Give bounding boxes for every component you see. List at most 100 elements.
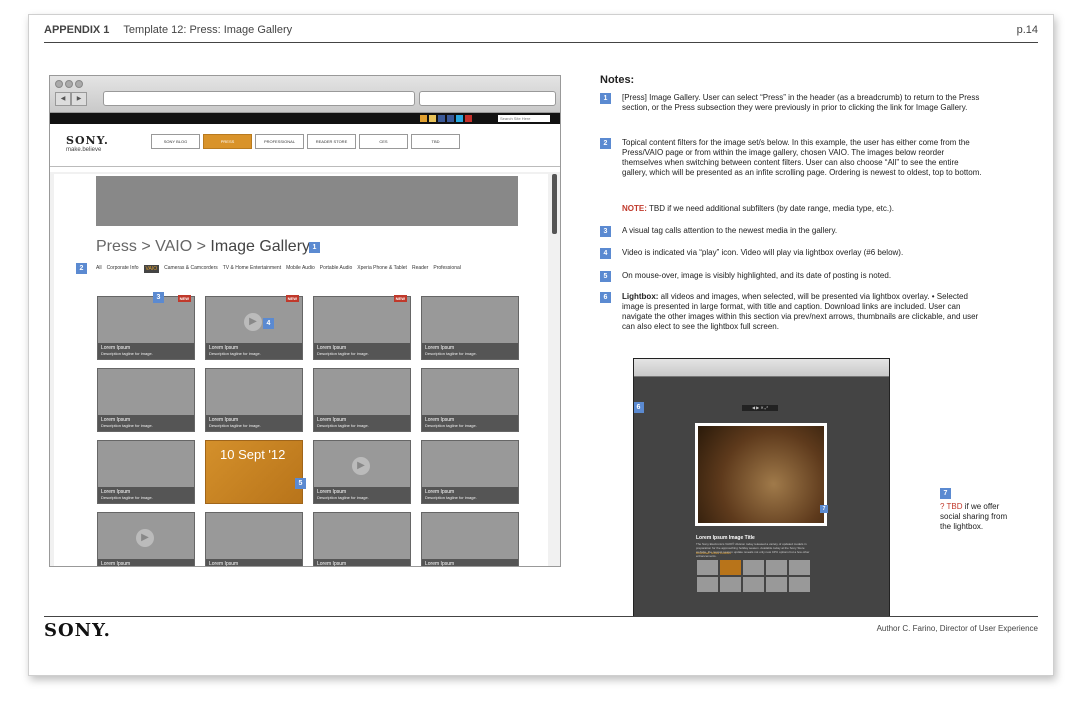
youtube-icon[interactable] bbox=[465, 115, 472, 122]
lightbox-thumb[interactable] bbox=[697, 577, 718, 592]
tile-caption: Lorem Ipsum bbox=[206, 559, 302, 566]
tile-title: Lorem Ipsum bbox=[425, 561, 455, 567]
lightbox-thumb[interactable] bbox=[720, 577, 741, 592]
hero-banner bbox=[96, 176, 518, 226]
nav-ces[interactable]: CES bbox=[359, 134, 408, 149]
lightbox-thumb[interactable] bbox=[720, 560, 741, 575]
browser-search-bar[interactable] bbox=[419, 91, 556, 106]
url-bar[interactable] bbox=[103, 91, 415, 106]
appendix-label: APPENDIX 1 bbox=[44, 24, 110, 36]
gallery-tile[interactable]: Lorem Ipsum Description tagline for image… bbox=[421, 440, 519, 504]
gallery-tile[interactable]: Lorem Ipsum bbox=[421, 512, 519, 567]
rss-icon[interactable] bbox=[420, 115, 427, 122]
wireframe-browser: ◀ ▶ Search Site Here SONY. make.believe … bbox=[49, 75, 561, 567]
tile-desc: Description tagline for image. bbox=[425, 495, 477, 500]
scrollbar[interactable] bbox=[552, 174, 557, 234]
gallery-tile[interactable]: NEW Lorem Ipsum Description tagline for i… bbox=[97, 295, 195, 360]
note-text: A visual tag calls attention to the newe… bbox=[622, 226, 838, 235]
filter-reader[interactable]: Reader bbox=[412, 265, 428, 273]
note-text: Topical content filters for the image se… bbox=[622, 138, 982, 177]
annotation-1: 1 bbox=[309, 242, 320, 253]
annotation-4: 4 bbox=[263, 318, 274, 329]
nav-press[interactable]: PRESS bbox=[203, 134, 252, 149]
gallery-tile[interactable]: Lorem Ipsum Description tagline for image… bbox=[205, 368, 303, 432]
lightbox-thumb[interactable] bbox=[766, 577, 787, 592]
back-icon[interactable]: ◀ bbox=[55, 92, 71, 106]
breadcrumb-press[interactable]: Press bbox=[96, 238, 137, 255]
tile-desc: Description tagline for image. bbox=[209, 423, 261, 428]
tile-caption: Lorem Ipsum bbox=[314, 559, 410, 566]
gallery-tile[interactable]: NEW Lorem Ipsum Description tagline for i… bbox=[313, 295, 411, 360]
tile-caption: Lorem Ipsum Description tagline for image… bbox=[422, 343, 518, 359]
gallery-tile[interactable]: Lorem Ipsum bbox=[313, 512, 411, 566]
facebook-icon[interactable] bbox=[438, 115, 445, 122]
nav-tbd[interactable]: TBD bbox=[411, 134, 460, 149]
filter-xperia[interactable]: Xperia Phone & Tablet bbox=[357, 265, 407, 273]
lightbox-thumb[interactable] bbox=[743, 560, 764, 575]
filter-portable-audio[interactable]: Portable Audio bbox=[320, 265, 353, 273]
note-number: 1 bbox=[600, 93, 611, 104]
lightbox-browser-chrome bbox=[634, 359, 889, 377]
annotation-7-small: 7 bbox=[820, 505, 828, 513]
sony-logo[interactable]: SONY. bbox=[66, 134, 109, 147]
gallery-tile[interactable]: Lorem Ipsum Description tagline for image… bbox=[421, 296, 519, 360]
tile-desc: Description tagline for image. bbox=[101, 495, 153, 500]
lightbox-thumb[interactable] bbox=[766, 560, 787, 575]
note-text: [Press] Image Gallery. User can select “… bbox=[622, 93, 980, 112]
play-icon[interactable]: ▶ bbox=[244, 313, 262, 331]
nav-professional[interactable]: PROFESSIONAL bbox=[255, 134, 304, 149]
lightbox-image-frame bbox=[695, 423, 827, 526]
page-title: Image Gallery bbox=[210, 238, 311, 255]
page-number: p.14 bbox=[1016, 24, 1038, 36]
header-rule bbox=[44, 42, 1038, 43]
gallery-tile[interactable]: Lorem Ipsum Description tagline for image… bbox=[313, 368, 411, 432]
site-search-input[interactable]: Search Site Here bbox=[498, 115, 550, 122]
gallery-tile[interactable]: ▶ Lorem Ipsum Description tagline for ima… bbox=[313, 440, 411, 504]
filter-vaio[interactable]: VAIO bbox=[143, 265, 160, 273]
gallery-tile[interactable]: Lorem Ipsum Description tagline for image… bbox=[97, 440, 195, 504]
tile-caption: Lorem Ipsum bbox=[422, 559, 518, 567]
main-nav: SONY BLOG PRESS PROFESSIONAL READER STOR… bbox=[151, 134, 463, 149]
gallery-tile[interactable]: ▶ Lorem Ipsum bbox=[97, 512, 195, 567]
filter-tv-home[interactable]: TV & Home Entertainment bbox=[223, 265, 281, 273]
facebook-icon[interactable] bbox=[447, 115, 454, 122]
tile-caption: Lorem Ipsum Description tagline for image… bbox=[98, 487, 194, 503]
gallery-tile[interactable]: NEW ▶ Lorem Ipsum Description tagline for… bbox=[205, 295, 303, 360]
gallery-tile[interactable]: Lorem Ipsum Description tagline for image… bbox=[97, 368, 195, 432]
lightbox-controls[interactable]: ◀ ▶ ✕ ⤢ bbox=[742, 405, 778, 411]
nav-reader-store[interactable]: READER STORE bbox=[307, 134, 356, 149]
note-2: 2 Topical content filters for the image … bbox=[600, 138, 985, 178]
filter-cameras[interactable]: Cameras & Camcorders bbox=[164, 265, 218, 273]
lightbox-thumb[interactable] bbox=[789, 560, 810, 575]
tile-caption: Lorem Ipsum bbox=[98, 559, 194, 567]
filter-mobile-audio[interactable]: Mobile Audio bbox=[286, 265, 315, 273]
lightbox-download[interactable]: Download: HiRes LowRes bbox=[696, 551, 731, 555]
share-icon[interactable] bbox=[429, 115, 436, 122]
gallery-tile[interactable]: Lorem Ipsum bbox=[205, 512, 303, 566]
nav-sony-blog[interactable]: SONY BLOG bbox=[151, 134, 200, 149]
filter-corporate-info[interactable]: Corporate Info bbox=[107, 265, 139, 273]
lightbox-description: The Sony Electronics VAIO® division toda… bbox=[696, 542, 810, 558]
gallery-content: Press > VAIO > Image Gallery 1 2 All Cor… bbox=[50, 172, 560, 566]
play-icon[interactable]: ▶ bbox=[352, 457, 370, 475]
breadcrumb-vaio[interactable]: VAIO bbox=[155, 238, 192, 255]
notes-title: Notes: bbox=[600, 74, 635, 86]
tile-caption: Lorem Ipsum Description tagline for image… bbox=[422, 415, 518, 431]
note-text: Video is indicated via “play” icon. Vide… bbox=[622, 248, 904, 257]
lightbox-thumb[interactable] bbox=[697, 560, 718, 575]
lightbox-thumb[interactable] bbox=[743, 577, 764, 592]
tile-caption: Lorem Ipsum Description tagline for image… bbox=[314, 343, 410, 359]
gallery-tile-highlighted[interactable]: 10 Sept '12 bbox=[205, 440, 303, 504]
filter-professional[interactable]: Professional bbox=[433, 265, 461, 273]
tile-title: Lorem Ipsum bbox=[101, 561, 131, 567]
forward-icon[interactable]: ▶ bbox=[71, 92, 87, 106]
tile-caption: Lorem Ipsum Description tagline for image… bbox=[98, 415, 194, 431]
tile-desc: Description tagline for image. bbox=[425, 351, 477, 356]
play-icon[interactable]: ▶ bbox=[136, 529, 154, 547]
note-tbd: NOTE: TBD if we need additional subfilte… bbox=[600, 204, 985, 214]
lightbox-thumb[interactable] bbox=[789, 577, 810, 592]
twitter-icon[interactable] bbox=[456, 115, 463, 122]
filter-all[interactable]: All bbox=[96, 265, 102, 273]
footer-rule bbox=[44, 616, 1038, 617]
gallery-tile[interactable]: Lorem Ipsum Description tagline for image… bbox=[421, 368, 519, 432]
